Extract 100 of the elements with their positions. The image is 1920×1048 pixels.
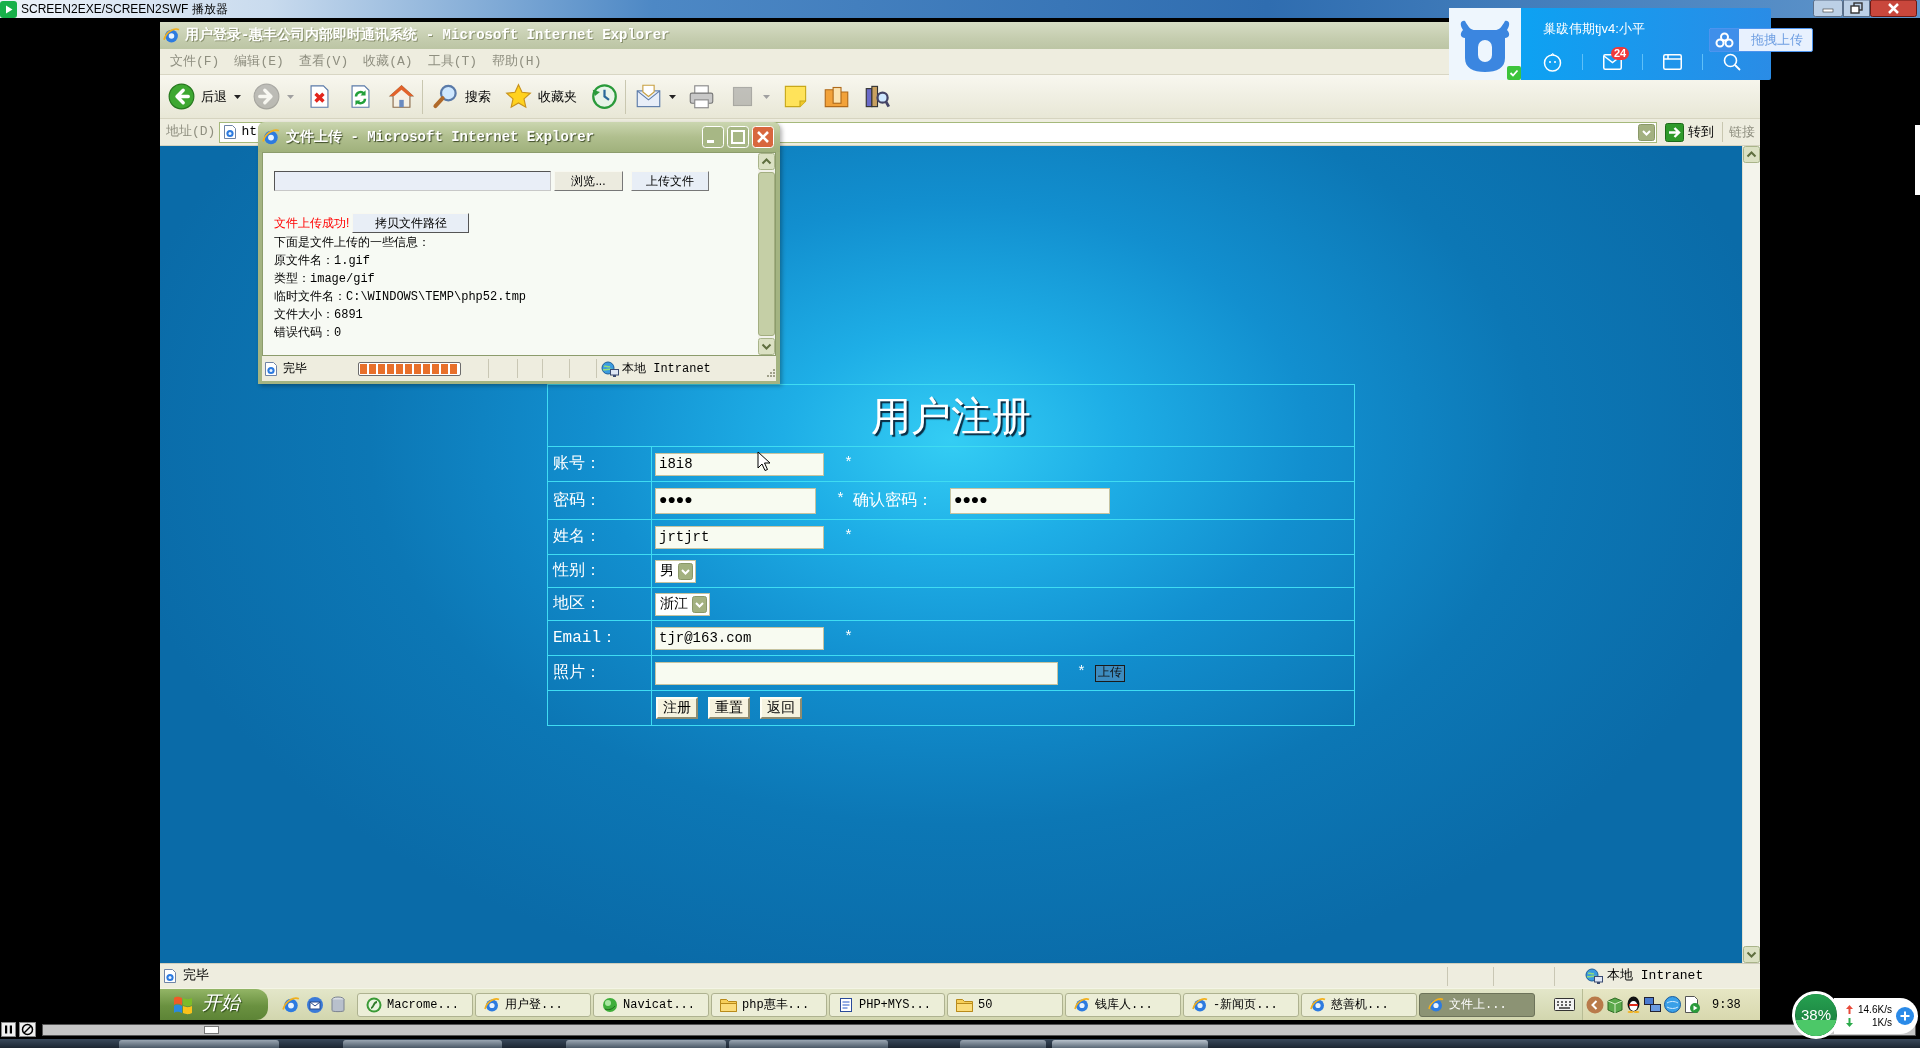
taskbar-button[interactable] <box>960 1040 1046 1048</box>
back-button[interactable]: 后退 <box>166 80 229 113</box>
box-icon[interactable] <box>1607 996 1623 1013</box>
face-icon[interactable] <box>1543 52 1562 72</box>
browser-icon <box>1428 996 1444 1013</box>
caret-icon[interactable] <box>669 94 676 99</box>
upload-file-button[interactable]: 上传文件 <box>631 171 709 191</box>
field-label: Email： <box>553 628 617 649</box>
network-icon <box>1585 968 1603 984</box>
password-field[interactable]: ●●●● <box>950 487 1110 514</box>
taskbar-button[interactable] <box>119 1040 279 1048</box>
keyboard-icon[interactable] <box>1554 998 1575 1011</box>
task-button[interactable]: PHP+MYS... <box>829 992 945 1017</box>
scroll-down-button[interactable] <box>758 338 775 355</box>
field-label: 姓名： <box>553 527 601 548</box>
task-button[interactable]: Navicat... <box>593 992 709 1017</box>
task-button[interactable]: 50 <box>947 992 1063 1017</box>
restore-button[interactable] <box>1843 0 1870 17</box>
window-icon[interactable] <box>1663 54 1682 70</box>
chevron-left-icon[interactable] <box>1586 995 1604 1014</box>
form-button[interactable]: 返回 <box>760 697 802 719</box>
bin-icon <box>330 995 346 1014</box>
up-arrow-icon <box>1846 1005 1853 1014</box>
field-label: 地区： <box>553 594 601 615</box>
browser-icon <box>484 996 500 1013</box>
task-button[interactable]: -新闻页... <box>1183 992 1299 1017</box>
success-message: 文件上传成功! <box>274 215 350 232</box>
taskbar-button[interactable] <box>1052 1040 1208 1048</box>
scroll-thumb[interactable] <box>758 172 775 336</box>
field-label: 账号： <box>553 454 601 475</box>
file-path-field[interactable] <box>274 171 551 191</box>
text-field[interactable]: i8i8 <box>655 452 824 476</box>
search-button[interactable]: 搜索 <box>430 80 493 113</box>
seek-thumb[interactable] <box>204 1025 220 1034</box>
window-title: 用户登录-惠丰公司内部即时通讯系统 - Microsoft Internet Explorer <box>185 26 670 45</box>
star-icon <box>505 83 532 110</box>
task-button[interactable]: php惠丰... <box>711 992 827 1017</box>
pause-button[interactable] <box>1 1022 16 1037</box>
info-line: 临时文件名：C:\WINDOWS\TEMP\php52.tmp <box>274 289 527 306</box>
scroll-down-button[interactable] <box>1743 946 1760 963</box>
computers-icon[interactable] <box>1644 996 1661 1013</box>
form-button[interactable]: 重置 <box>708 697 750 719</box>
browser-icon <box>163 27 180 44</box>
select-field[interactable]: 男 <box>655 559 696 583</box>
task-button[interactable]: 用户登... <box>475 992 591 1017</box>
taskbar-button[interactable] <box>566 1040 726 1048</box>
check-icon <box>1507 66 1521 80</box>
field-label: 密码： <box>553 490 601 512</box>
scroll-up-button[interactable] <box>758 153 775 170</box>
zone-text: 本地 Intranet <box>1607 967 1704 986</box>
start-button[interactable]: 开始 <box>160 989 268 1020</box>
zone-text: 本地 Intranet <box>622 360 711 378</box>
resize-grip-icon[interactable] <box>766 368 776 378</box>
page-icon <box>162 968 178 984</box>
file-field[interactable] <box>655 661 1058 685</box>
browser-icon <box>262 128 280 146</box>
required-mark: * <box>844 526 853 547</box>
address-label: 地址(D) <box>166 123 216 142</box>
upload-button[interactable]: 上传 <box>1095 664 1125 682</box>
select-field[interactable]: 浙江 <box>655 592 710 616</box>
browser-icon <box>1074 996 1090 1013</box>
media-file-icon[interactable] <box>1684 996 1701 1013</box>
form-title: 用户注册 <box>871 391 1031 441</box>
taskbar-button[interactable] <box>729 1040 888 1048</box>
folder-icon <box>720 997 737 1012</box>
plus-icon[interactable] <box>1896 1007 1914 1025</box>
close-button[interactable] <box>1870 0 1917 17</box>
task-button[interactable]: 钱库人... <box>1065 992 1181 1017</box>
field-label: 照片： <box>553 663 601 684</box>
player-title: SCREEN2EXE/SCREEN2SWF 播放器 <box>21 1 228 18</box>
go-button[interactable]: 转到 <box>1663 122 1716 142</box>
browse-button[interactable]: 浏览... <box>554 171 623 191</box>
browser-icon <box>1192 996 1208 1013</box>
task-button[interactable]: 慈善机... <box>1301 992 1417 1017</box>
penguin-icon[interactable] <box>1626 996 1641 1013</box>
search-icon[interactable] <box>1723 53 1741 71</box>
document-icon <box>838 996 854 1013</box>
password-field[interactable]: ●●●● <box>655 487 816 514</box>
swirl-disc-icon <box>366 996 382 1013</box>
taskbar-button[interactable] <box>343 1040 502 1048</box>
network-icon <box>601 360 619 377</box>
side-panel-edge <box>1915 125 1920 195</box>
usage-percent: 38% <box>1801 1004 1831 1025</box>
ball-icon <box>602 996 618 1013</box>
task-button[interactable]: Macrome... <box>357 992 473 1017</box>
globe-icon[interactable] <box>1664 996 1681 1013</box>
text-field[interactable]: jrtjrt <box>655 525 824 549</box>
status-text: 完毕 <box>283 360 307 378</box>
text-field[interactable]: tjr@163.com <box>655 626 824 650</box>
scroll-up-button[interactable] <box>1743 146 1760 163</box>
favorites-button[interactable]: 收藏夹 <box>503 80 579 113</box>
download-speed: 1K/s <box>1871 1016 1892 1029</box>
avatar-icon <box>1449 8 1521 80</box>
stop-button[interactable] <box>19 1022 36 1037</box>
info-line: 原文件名：1.gif <box>274 253 370 270</box>
copy-path-button[interactable]: 拷贝文件路径 <box>352 213 470 233</box>
caret-icon[interactable] <box>234 94 241 99</box>
field-label: 确认密码： <box>853 490 933 512</box>
maximize-button[interactable] <box>727 126 749 148</box>
form-button[interactable]: 注册 <box>656 697 698 719</box>
